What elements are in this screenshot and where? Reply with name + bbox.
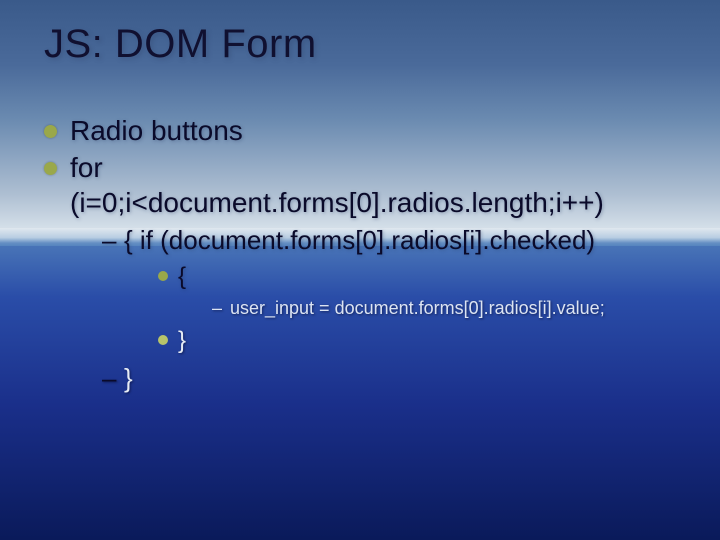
bullet-text-for-cond: (i=0;i<document.forms[0].radios.length;i… <box>70 187 604 218</box>
bullet-for-loop: for (i=0;i<document.forms[0].radios.leng… <box>44 150 702 396</box>
bullet-text: { <box>178 263 186 290</box>
bullet-list-level3-close: } <box>158 324 702 358</box>
slide-title: JS: DOM Form <box>44 22 702 67</box>
bullet-text: Radio buttons <box>70 115 243 146</box>
slide-content: JS: DOM Form Radio buttons for (i=0;i<do… <box>0 0 720 396</box>
bullet-radio-buttons: Radio buttons <box>44 113 702 148</box>
bullet-list-level4: user_input = document.forms[0].radios[i]… <box>212 295 702 322</box>
bullet-if-checked: { if (document.forms[0].radios[i].checke… <box>102 224 702 358</box>
bullet-list-level2-close: } <box>102 362 702 396</box>
bullet-list-level1: Radio buttons for (i=0;i<document.forms[… <box>44 113 702 396</box>
bullet-text: user_input = document.forms[0].radios[i]… <box>230 298 605 318</box>
bullet-open-brace: { user_input = document.forms[0].radios[… <box>158 260 702 323</box>
slide: JS: DOM Form Radio buttons for (i=0;i<do… <box>0 0 720 540</box>
bullet-user-input: user_input = document.forms[0].radios[i]… <box>212 295 702 322</box>
bullet-text-for: for <box>70 152 103 183</box>
bullet-text: { if (document.forms[0].radios[i].checke… <box>124 225 595 255</box>
bullet-list-level2: { if (document.forms[0].radios[i].checke… <box>102 224 702 358</box>
bullet-text: } <box>124 363 133 393</box>
bullet-close-brace-outer: } <box>102 362 702 396</box>
bullet-close-brace-inner: } <box>158 324 702 358</box>
bullet-text: } <box>178 327 186 354</box>
bullet-list-level3: { user_input = document.forms[0].radios[… <box>158 260 702 323</box>
